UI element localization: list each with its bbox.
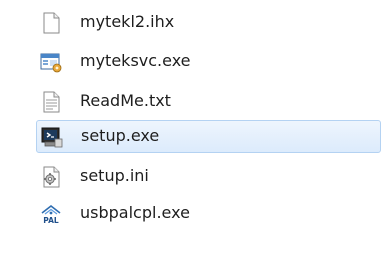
setup-installer-icon (41, 126, 63, 148)
file-item-myteksvc-exe[interactable]: myteksvc.exe (36, 45, 381, 78)
file-item-readme-txt[interactable]: ReadMe.txt (36, 85, 381, 118)
file-name: usbpalcpl.exe (80, 203, 190, 222)
file-name: ReadMe.txt (80, 91, 171, 110)
config-settings-icon (40, 166, 62, 188)
text-document-icon (40, 91, 62, 113)
file-name: mytekl2.ihx (80, 12, 175, 31)
file-item-setup-exe[interactable]: setup.exe (36, 120, 381, 153)
pal-application-icon: PAL (40, 203, 62, 225)
file-list: mytekl2.ihx myteksvc.exe ReadMe.txt setu… (0, 0, 383, 257)
file-name: myteksvc.exe (80, 51, 191, 70)
file-item-setup-ini[interactable]: setup.ini (36, 160, 381, 193)
file-item-mytekl2-ihx[interactable]: mytekl2.ihx (36, 6, 381, 39)
file-name: setup.exe (81, 126, 160, 145)
file-name: setup.ini (80, 166, 149, 185)
generic-file-icon (40, 12, 62, 34)
svg-text:PAL: PAL (43, 216, 59, 225)
file-item-usbpalcpl-exe[interactable]: PAL usbpalcpl.exe (36, 197, 381, 230)
application-window-icon (40, 51, 62, 73)
